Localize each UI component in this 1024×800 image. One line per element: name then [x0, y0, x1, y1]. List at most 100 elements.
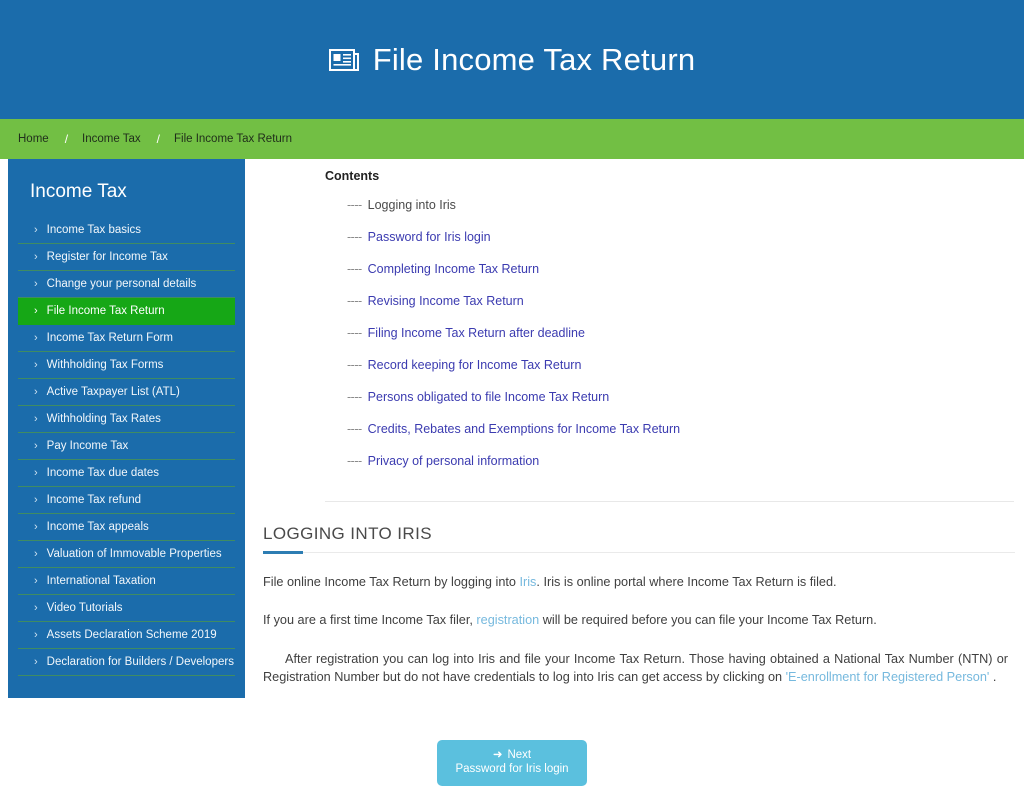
chevron-right-icon: ›: [34, 601, 38, 614]
breadcrumb-item-current: File Income Tax Return: [173, 133, 293, 145]
contents-dash: ----: [347, 230, 362, 244]
next-button[interactable]: ➜ Next Password for Iris login: [437, 740, 587, 787]
sidebar-item-declaration-for-builders-developers[interactable]: › Declaration for Builders / Developers: [18, 649, 235, 676]
contents-link-label: Filing Income Tax Return after deadline: [367, 326, 585, 340]
contents-link-record-keeping-for-income-tax-return[interactable]: ---- Record keeping for Income Tax Return: [347, 349, 581, 381]
contents-dash: ----: [347, 390, 362, 404]
paragraph-1: File online Income Tax Return by logging…: [263, 573, 1008, 591]
breadcrumb-item-income-tax[interactable]: Income Tax: [82, 133, 141, 145]
contents-divider: [325, 501, 1014, 502]
sidebar-item-income-tax-return-form[interactable]: › Income Tax Return Form: [18, 325, 235, 352]
chevron-right-icon: ›: [34, 520, 38, 533]
page-root: File Income Tax Return Home / Income Tax…: [0, 0, 1024, 800]
registration-link[interactable]: registration: [476, 613, 539, 627]
contents-link-label: Completing Income Tax Return: [367, 262, 540, 276]
sidebar-item-label: Withholding Tax Forms: [46, 359, 164, 371]
breadcrumb-separator: /: [156, 132, 160, 146]
sidebar-item-income-tax-appeals[interactable]: › Income Tax appeals: [18, 514, 235, 541]
sidebar-list: › Income Tax basics › Register for Income T…: [8, 217, 245, 676]
sidebar-item-label: Active Taxpayer List (ATL): [46, 386, 180, 398]
newspaper-icon: [328, 47, 359, 73]
sidebar-item-valuation-of-immovable-properties[interactable]: › Valuation of Immovable Properties: [18, 541, 235, 568]
sidebar-item-label: Income Tax Return Form: [46, 332, 174, 344]
content-wrap: Income Tax › Income Tax basics › Register f…: [0, 159, 1024, 698]
sidebar-item-label: Video Tutorials: [46, 602, 123, 614]
sidebar-item-label: International Taxation: [46, 575, 156, 587]
sidebar-item-income-tax-due-dates[interactable]: › Income Tax due dates: [18, 460, 235, 487]
contents-list-item: ---- Revising Income Tax Return: [347, 285, 1014, 317]
sidebar-item-change-your-personal-details[interactable]: › Change your personal details: [18, 271, 235, 298]
chevron-right-icon: ›: [34, 628, 38, 641]
sidebar-item-file-income-tax-return[interactable]: › File Income Tax Return: [18, 298, 235, 325]
sidebar-item-pay-income-tax[interactable]: › Pay Income Tax: [18, 433, 235, 460]
contents-link-credits-rebates-and-exemptions-for-income-tax-return[interactable]: ---- Credits, Rebates and Exemptions for …: [347, 413, 680, 445]
chevron-right-icon: ›: [34, 277, 38, 290]
body-copy: File online Income Tax Return by logging…: [257, 573, 1014, 687]
contents-link-label: Logging into Iris: [367, 198, 456, 212]
page-title: File Income Tax Return: [372, 42, 696, 77]
contents-list-item: ---- Password for Iris login: [347, 221, 1014, 253]
iris-link[interactable]: Iris: [519, 575, 536, 589]
contents-link-logging-into-iris: ---- Logging into Iris: [347, 189, 456, 221]
contents-dash: ----: [347, 262, 362, 276]
chevron-right-icon: ›: [34, 439, 38, 452]
next-button-wrap: ➜ Next Password for Iris login: [0, 740, 1024, 787]
sidebar-item-register-for-income-tax[interactable]: › Register for Income Tax: [18, 244, 235, 271]
sidebar-item-assets-declaration-scheme-2019[interactable]: › Assets Declaration Scheme 2019: [18, 622, 235, 649]
chevron-right-icon: ›: [34, 223, 38, 236]
chevron-right-icon: ›: [34, 250, 38, 263]
breadcrumb-item-home[interactable]: Home: [18, 133, 49, 145]
contents-link-label: Password for Iris login: [367, 230, 491, 244]
sidebar: Income Tax › Income Tax basics › Register f…: [8, 159, 245, 698]
contents-link-password-for-iris-login[interactable]: ---- Password for Iris login: [347, 221, 491, 253]
next-button-sublabel: Password for Iris login: [455, 763, 569, 776]
chevron-right-icon: ›: [34, 466, 38, 479]
sidebar-item-withholding-tax-rates[interactable]: › Withholding Tax Rates: [18, 406, 235, 433]
contents-dash: ----: [347, 294, 362, 308]
chevron-right-icon: ›: [34, 574, 38, 587]
sidebar-item-label: Withholding Tax Rates: [46, 413, 161, 425]
sidebar-item-label: Assets Declaration Scheme 2019: [46, 629, 217, 641]
sidebar-title: Income Tax: [30, 181, 127, 202]
chevron-right-icon: ›: [34, 385, 38, 398]
sidebar-item-label: Income Tax basics: [46, 224, 142, 236]
contents-link-revising-income-tax-return[interactable]: ---- Revising Income Tax Return: [347, 285, 524, 317]
sidebar-item-international-taxation[interactable]: › International Taxation: [18, 568, 235, 595]
sidebar-item-label: Income Tax refund: [46, 494, 142, 506]
sidebar-item-label: Change your personal details: [46, 278, 197, 290]
breadcrumb-separator: /: [64, 132, 69, 146]
section-title: LOGGING INTO IRIS: [263, 524, 432, 543]
contents-list-item: ---- Logging into Iris: [347, 189, 1014, 221]
sidebar-item-label: Income Tax due dates: [46, 467, 159, 479]
contents-link-filing-income-tax-return-after-deadline[interactable]: ---- Filing Income Tax Return after deadl…: [347, 317, 585, 349]
contents-link-privacy-of-personal-information[interactable]: ---- Privacy of personal information: [347, 445, 539, 477]
contents-list-item: ---- Record keeping for Income Tax Return: [347, 349, 1014, 381]
chevron-right-icon: ›: [34, 358, 38, 371]
section-accent-rule: [263, 551, 1015, 554]
chevron-right-icon: ›: [34, 655, 38, 668]
sidebar-item-label: Register for Income Tax: [46, 251, 168, 263]
e-enrollment-link[interactable]: 'E-enrollment for Registered Person': [786, 670, 990, 684]
sidebar-item-active-taxpayer-list-atl[interactable]: › Active Taxpayer List (ATL): [18, 379, 235, 406]
sidebar-item-income-tax-refund[interactable]: › Income Tax refund: [18, 487, 235, 514]
sidebar-item-video-tutorials[interactable]: › Video Tutorials: [18, 595, 235, 622]
contents-dash: ----: [347, 198, 362, 212]
sidebar-item-label: File Income Tax Return: [46, 305, 165, 317]
contents-dash: ----: [347, 454, 362, 468]
contents-list-item: ---- Filing Income Tax Return after deadl…: [347, 317, 1014, 349]
chevron-right-icon: ›: [34, 304, 38, 317]
contents-dash: ----: [347, 422, 362, 436]
main-content: Contents ---- Logging into Iris ---- Passwo…: [245, 159, 1024, 687]
sidebar-item-income-tax-basics[interactable]: › Income Tax basics: [18, 217, 235, 244]
contents-link-persons-obligated-to-file-income-tax-return[interactable]: ---- Persons obligated to file Income Tax…: [347, 381, 609, 413]
contents-dash: ----: [347, 326, 362, 340]
header-inner: File Income Tax Return: [328, 42, 696, 77]
contents-link-label: Record keeping for Income Tax Return: [367, 358, 582, 372]
sidebar-item-label: Income Tax appeals: [46, 521, 149, 533]
chevron-right-icon: ›: [34, 412, 38, 425]
contents-link-completing-income-tax-return[interactable]: ---- Completing Income Tax Return: [347, 253, 539, 285]
contents-link-label: Revising Income Tax Return: [367, 294, 524, 308]
sidebar-item-withholding-tax-forms[interactable]: › Withholding Tax Forms: [18, 352, 235, 379]
sidebar-item-label: Declaration for Builders / Developers: [46, 656, 234, 668]
next-button-top: ➜ Next: [455, 748, 568, 762]
